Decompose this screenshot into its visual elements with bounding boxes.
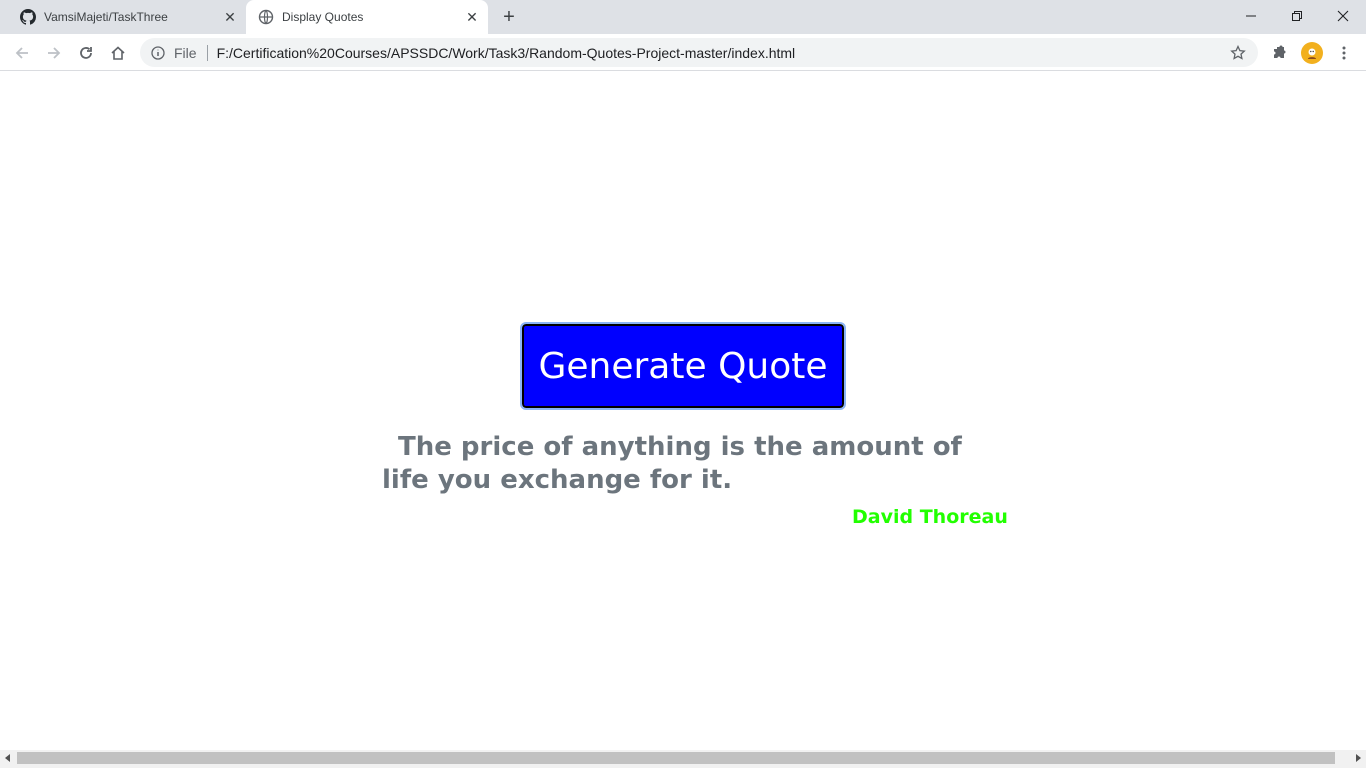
- page-content: Generate Quote The price of anything is …: [0, 71, 1366, 750]
- bookmark-star-icon[interactable]: [1228, 43, 1248, 63]
- generate-quote-button[interactable]: Generate Quote: [520, 322, 846, 410]
- horizontal-scrollbar[interactable]: [0, 750, 1366, 768]
- minimize-button[interactable]: [1228, 0, 1274, 32]
- puzzle-icon: [1274, 45, 1286, 58]
- forward-button[interactable]: [40, 39, 68, 67]
- forward-arrow-icon: [48, 47, 61, 59]
- profile-button[interactable]: [1298, 39, 1326, 67]
- back-button[interactable]: [8, 39, 36, 67]
- browser-toolbar: File F:/Certification%20Courses/APSSDC/W…: [0, 34, 1366, 71]
- tab-title: Display Quotes: [282, 10, 364, 24]
- new-tab-button[interactable]: +: [497, 5, 521, 29]
- back-arrow-icon: [15, 47, 28, 59]
- tab-title: VamsiMajeti/TaskThree: [44, 10, 168, 24]
- quote-author: David Thoreau: [852, 506, 1008, 528]
- close-window-button[interactable]: [1320, 0, 1366, 32]
- extensions-button[interactable]: [1265, 39, 1293, 67]
- info-icon[interactable]: [150, 45, 166, 61]
- tab-display-quotes[interactable]: Display Quotes ✕: [246, 0, 488, 34]
- url-scheme-label: File: [174, 44, 197, 61]
- minimize-icon: [1246, 15, 1256, 17]
- restore-button[interactable]: [1274, 0, 1320, 32]
- scrollbar-thumb[interactable]: [17, 752, 1335, 764]
- globe-icon: [258, 9, 274, 25]
- separator: [206, 44, 208, 61]
- home-icon: [111, 46, 125, 60]
- close-tab-icon[interactable]: ✕: [220, 7, 240, 27]
- restore-icon: [1292, 11, 1302, 21]
- avatar: [1301, 42, 1323, 64]
- tab-strip: VamsiMajeti/TaskThree ✕ Display Quotes ✕…: [0, 0, 1366, 34]
- close-icon: [1337, 10, 1349, 22]
- tab-vamsimajeti-taskthree[interactable]: VamsiMajeti/TaskThree ✕: [8, 0, 246, 34]
- url-text[interactable]: F:/Certification%20Courses/APSSDC/Work/T…: [217, 45, 1228, 61]
- close-tab-icon[interactable]: ✕: [462, 7, 482, 27]
- reload-button[interactable]: [72, 39, 100, 67]
- menu-button[interactable]: [1330, 39, 1358, 67]
- github-icon: [20, 9, 36, 25]
- home-button[interactable]: [104, 39, 132, 67]
- scroll-right-icon[interactable]: [1350, 750, 1366, 766]
- address-bar[interactable]: File F:/Certification%20Courses/APSSDC/W…: [140, 38, 1258, 67]
- quote-text: The price of anything is the amount of l…: [382, 432, 962, 495]
- reload-icon: [80, 47, 92, 59]
- scroll-left-icon[interactable]: [0, 750, 16, 766]
- kebab-menu-icon: [1342, 46, 1346, 60]
